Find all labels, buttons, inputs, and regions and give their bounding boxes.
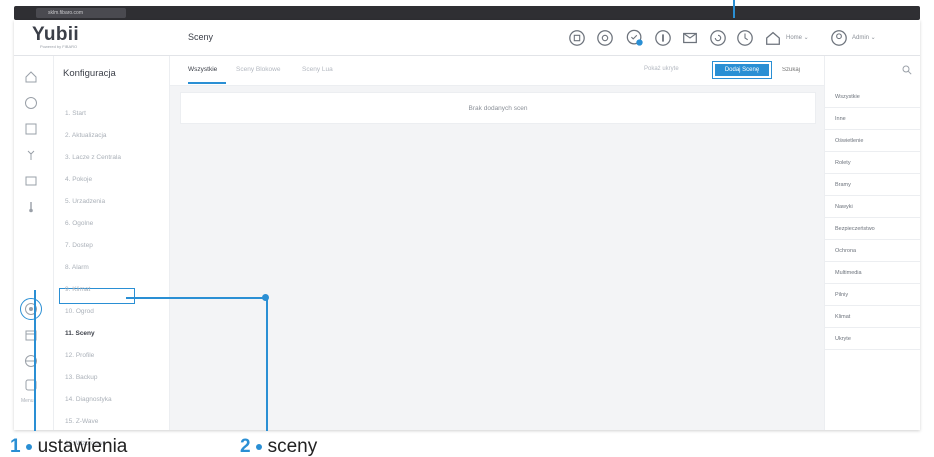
config-menu-item[interactable]: 9. Klimat (65, 286, 90, 293)
notification-icon[interactable] (626, 29, 644, 47)
config-menu-item[interactable]: 10. Ogrod (65, 308, 94, 315)
admin-label: Admin (852, 35, 870, 41)
legend-item-scenes: 2 sceny (240, 436, 317, 457)
header: Yubii Powered by FIBARO Sceny Home ⌄ Adm… (14, 0, 920, 56)
config-menu-item[interactable]: 13. Backup (65, 374, 98, 381)
home-icon[interactable] (764, 29, 782, 47)
config-menu-item[interactable]: 2. Aktualizacja (65, 132, 107, 139)
category-item[interactable]: Ochrona (825, 240, 921, 262)
home-selector[interactable]: Home ⌄ (786, 34, 809, 41)
show-hidden-toggle[interactable]: Pokaż ukryte (644, 66, 679, 72)
add-scene-highlight: Dodaj Scenę (712, 61, 772, 79)
active-tab-underline (188, 82, 226, 84)
settings-callout-line (34, 290, 36, 431)
screenshot: sklm.fibaro.com Yubii Powered by FIBARO … (0, 0, 934, 457)
user-icon[interactable] (830, 29, 848, 47)
tab-lua-scenes[interactable]: Sceny Lua (302, 66, 333, 73)
category-item[interactable]: Oświetlenie (825, 130, 921, 152)
legend-number: 1 (10, 436, 21, 457)
category-item[interactable]: Rolety (825, 152, 921, 174)
category-item[interactable]: Inne (825, 108, 921, 130)
tab-block-scenes[interactable]: Sceny Blokowe (236, 66, 280, 73)
scenes-callout-dot (262, 294, 269, 301)
config-menu-item[interactable]: 8. Alarm (65, 264, 89, 271)
logo: Yubii (32, 24, 79, 45)
config-menu-item[interactable]: 3. Lacze z Centrala (65, 154, 121, 161)
category-item[interactable]: Pilniy (825, 284, 921, 306)
category-item[interactable]: Bezpieczeństwo (825, 218, 921, 240)
category-panel: Wszystkie Inne Oświetlenie Rolety Bramy Nawyk… (824, 56, 921, 430)
thermometer-icon[interactable] (24, 200, 38, 214)
config-title: Konfiguracja (63, 68, 116, 79)
config-menu-item[interactable]: 12. Profile (65, 352, 94, 359)
config-menu-item[interactable]: 5. Urzadzenia (65, 198, 105, 205)
category-item[interactable]: Bramy (825, 174, 921, 196)
config-menu-item[interactable]: 14. Diagnostyka (65, 396, 112, 403)
add-scene-button[interactable]: Dodaj Scenę (715, 64, 769, 76)
plant-icon[interactable] (24, 148, 38, 162)
scenes-callout-line-horizontal (126, 297, 266, 299)
page-title: Sceny (188, 32, 214, 42)
add-scene-callout-line (733, 0, 735, 18)
config-menu-item[interactable]: 15. Z-Wave (65, 418, 98, 425)
category-item[interactable]: Wszystkie (825, 86, 921, 108)
category-item[interactable]: Multimedia (825, 262, 921, 284)
config-menu: Konfiguracja 1. Start 2. Aktualizacja 3. L… (54, 56, 170, 447)
app-window: Yubii Powered by FIBARO Sceny Home ⌄ Adm… (14, 0, 934, 447)
legend-item-settings: 1 ustawienia (10, 436, 127, 457)
rail-menu-label[interactable]: Menu (21, 398, 34, 404)
home-icon[interactable] (24, 70, 38, 84)
config-menu-item[interactable]: 11. Sceny (65, 330, 95, 337)
legend-dot (255, 444, 262, 450)
category-item[interactable]: Ukryte (825, 328, 921, 350)
category-item[interactable]: Klimat (825, 306, 921, 328)
info-icon[interactable] (654, 29, 672, 47)
search-icon[interactable] (902, 65, 912, 75)
config-menu-item[interactable]: 6. Ogolne (65, 220, 93, 227)
home-label: Home (786, 35, 803, 41)
clock-icon[interactable] (24, 96, 38, 110)
empty-scenes-message: Brak dodanych scen (180, 92, 816, 124)
device-icon[interactable] (24, 122, 38, 136)
legend-label: sceny (267, 436, 318, 457)
refresh-icon[interactable] (709, 29, 727, 47)
legend-dot (25, 444, 32, 450)
config-menu-item[interactable]: 1. Start (65, 110, 86, 117)
power-icon[interactable] (568, 29, 586, 47)
browser-bar: sklm.fibaro.com (14, 6, 920, 20)
tabs-bar: Wszystkie Sceny Blokowe Sceny Lua Pokaż … (170, 56, 934, 86)
legend-label: ustawienia (37, 436, 128, 457)
tab-all[interactable]: Wszystkie (188, 66, 217, 73)
clock-icon[interactable] (736, 29, 754, 47)
category-list: Wszystkie Inne Oświetlenie Rolety Bramy Nawyk… (825, 86, 921, 350)
vision-icon[interactable] (596, 29, 614, 47)
legend-number: 2 (240, 436, 251, 457)
mail-icon[interactable] (681, 29, 699, 47)
browser-tab[interactable]: sklm.fibaro.com (36, 8, 126, 18)
logo-subtitle: Powered by FIBARO (40, 44, 78, 49)
panel-icon[interactable] (24, 174, 38, 188)
user-selector[interactable]: Admin ⌄ (852, 34, 876, 41)
scenes-callout-line-vertical (266, 297, 268, 431)
config-menu-item[interactable]: 7. Dostep (65, 242, 93, 249)
category-item[interactable]: Nawyki (825, 196, 921, 218)
config-menu-item[interactable]: 4. Pokoje (65, 176, 92, 183)
